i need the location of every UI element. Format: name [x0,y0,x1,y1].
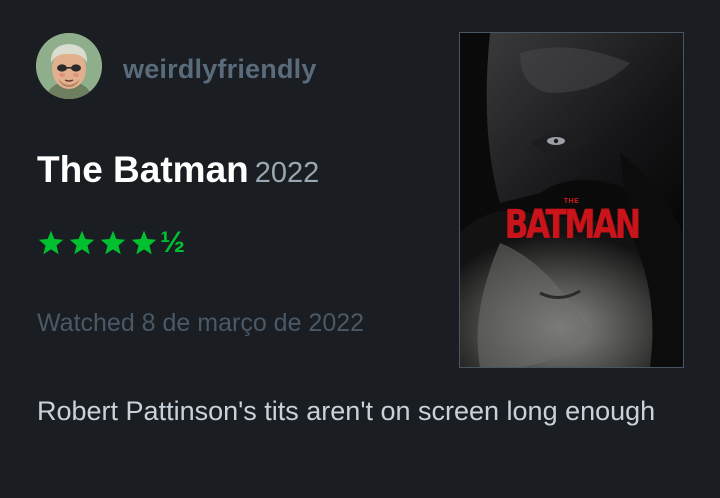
star-icon [131,230,157,255]
star-icon [38,230,64,255]
half-star-icon: ½ [160,226,186,259]
star-icon [69,230,95,255]
review-body: Robert Pattinson's tits aren't on screen… [37,396,656,426]
avatar[interactable] [36,33,102,99]
username-link[interactable]: weirdlyfriendly [123,52,317,86]
film-poster[interactable]: THE BATMAN [459,32,684,368]
star-icon [100,230,126,255]
film-title-row: The Batman 2022 [37,148,319,200]
film-year[interactable]: 2022 [255,157,320,189]
review-card: weirdlyfriendly The Batman 2022 ½ Watched… [0,0,720,498]
avatar-face-icon [36,33,102,99]
film-title[interactable]: The Batman [37,149,249,190]
watched-date: Watched 8 de março de 2022 [37,309,365,337]
poster-title-logo: BATMAN [504,202,640,248]
star-rating: ½ [37,223,185,263]
